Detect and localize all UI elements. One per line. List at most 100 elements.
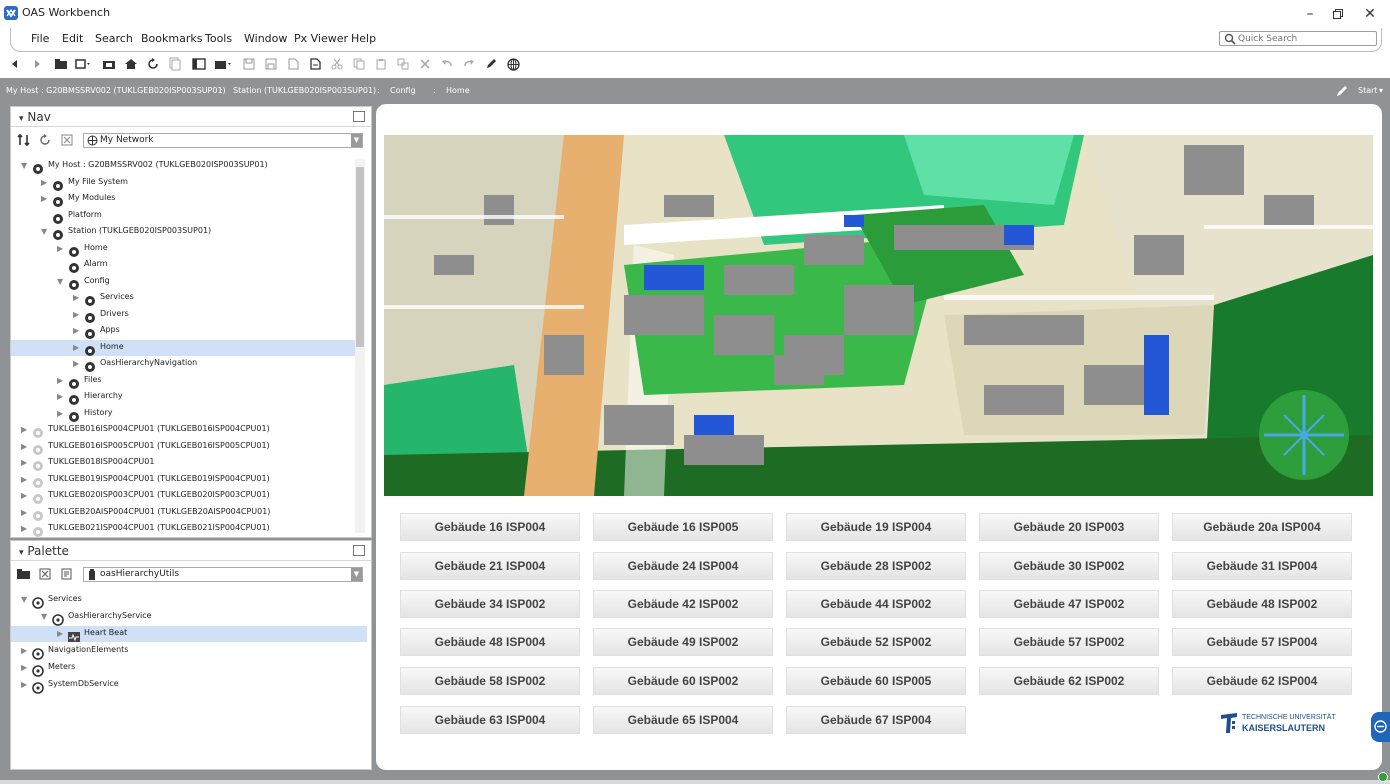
nav-tree-row[interactable]: ▶ TUKLGEB019ISP004CPU01 (TUKLGEB019ISP004… [11,472,355,488]
nav-tree-row[interactable]: ▶ TUKLGEB020ISP003CPU01 (TUKLGEB020ISP003… [11,488,355,504]
undo-icon[interactable] [438,55,456,73]
maximize-icon[interactable] [353,545,365,556]
up-level-icon[interactable] [52,55,70,73]
building-button[interactable]: Gebäude 24 ISP004 [593,552,773,580]
duplicate-icon[interactable] [394,55,412,73]
building-button[interactable]: Gebäude 42 ISP002 [593,590,773,618]
building-button[interactable]: Gebäude 19 ISP004 [786,513,966,541]
nav-scrollbar-thumb[interactable] [356,167,364,347]
nav-tree-row[interactable]: ▼ My Host : G20BMSSRV002 (TUKLGEB020ISP00… [11,158,355,174]
select-arrow-icon[interactable]: ▼ [351,134,362,147]
collapse-icon[interactable]: ▾ [19,114,24,124]
nav-tree-row[interactable]: ▶ My File System [11,175,355,191]
edit-pencil-icon[interactable] [1336,85,1348,97]
paste-icon[interactable] [372,55,390,73]
expand-right-icon[interactable]: ▶ [57,409,65,418]
building-button[interactable]: Gebäude 63 ISP004 [400,706,580,734]
breadcrumb-host[interactable]: My Host : G20BMSSRV002 (TUKLGEB020ISP003… [6,86,226,95]
menu-bookmarks[interactable]: Bookmarks [141,32,202,45]
breadcrumb-home[interactable]: Home [446,86,470,95]
expand-right-icon[interactable]: ▶ [21,475,29,484]
building-button[interactable]: Gebäude 31 ISP004 [1172,552,1352,580]
expand-right-icon[interactable]: ▶ [57,376,65,385]
close-palette-icon[interactable] [39,568,51,580]
building-button[interactable]: Gebäude 65 ISP004 [593,706,773,734]
nav-tree-row[interactable]: ▶ OasHierarchyNavigation [11,356,355,372]
building-button[interactable]: Gebäude 60 ISP002 [593,667,773,695]
open-palette-icon[interactable] [17,569,30,579]
expand-right-icon[interactable]: ▶ [73,359,81,368]
building-button[interactable]: Gebäude 28 ISP002 [786,552,966,580]
pencil-icon[interactable] [482,55,500,73]
open-folder-icon[interactable] [214,55,232,73]
back-icon[interactable] [6,55,24,73]
nav-tree-row[interactable]: ▶ Files [11,373,355,389]
building-button[interactable]: Gebäude 62 ISP002 [979,667,1159,695]
expand-right-icon[interactable]: ▶ [57,629,65,638]
menu-edit[interactable]: Edit [62,32,83,45]
building-button[interactable]: Gebäude 16 ISP004 [400,513,580,541]
building-button[interactable]: Gebäude 30 ISP002 [979,552,1159,580]
expand-right-icon[interactable]: ▶ [21,491,29,500]
expand-right-icon[interactable]: ▶ [21,524,29,533]
export-icon[interactable] [306,55,324,73]
palette-tree-row[interactable]: ▶ Meters [11,660,367,677]
expand-right-icon[interactable]: ▶ [73,310,81,319]
building-button[interactable]: Gebäude 52 ISP002 [786,628,966,656]
home-toolbar-icon[interactable] [122,55,140,73]
globe-icon[interactable] [504,55,522,73]
building-button[interactable]: Gebäude 57 ISP004 [1172,628,1352,656]
building-button[interactable]: Gebäude 48 ISP004 [400,628,580,656]
nav-scrollbar[interactable] [355,159,365,533]
select-arrow-icon[interactable]: ▼ [351,568,362,581]
building-button[interactable]: Gebäude 60 ISP005 [786,667,966,695]
nav-tree-row[interactable]: ▶ TUKLGEB016ISP005CPU01 (TUKLGEB016ISP005… [11,439,355,455]
menu-file[interactable]: File [31,32,49,45]
expand-right-icon[interactable]: ▶ [21,425,29,434]
building-button[interactable]: Gebäude 20 ISP003 [979,513,1159,541]
maximize-icon[interactable] [353,111,365,122]
nav-tree-row[interactable]: ▶ My Modules [11,191,355,207]
refresh-tree-icon[interactable] [39,134,51,146]
nav-tree-row[interactable]: ▶ TUKLGEB018ISP004CPU01 [11,455,355,471]
nav-tree-row[interactable]: ▶ Home [11,339,355,356]
expand-right-icon[interactable]: ▶ [21,680,29,689]
menu-window[interactable]: Window [244,32,287,45]
chevron-down-icon[interactable]: ▾ [1379,86,1383,95]
menu-tools[interactable]: Tools [205,32,232,45]
network-select[interactable]: My Network ▼ [83,133,363,148]
nav-tree-row[interactable]: ▶ TUKLGEB021ISP004CPU01 (TUKLGEB021ISP004… [11,521,355,537]
palette-tree-row[interactable]: ▶ NavigationElements [11,643,367,660]
refresh-icon[interactable] [144,55,162,73]
expand-right-icon[interactable]: ▶ [21,442,29,451]
close-icon[interactable]: ✕ [1358,4,1382,24]
building-button[interactable]: Gebäude 34 ISP002 [400,590,580,618]
close-tree-icon[interactable] [61,134,73,146]
building-button[interactable]: Gebäude 48 ISP002 [1172,590,1352,618]
nav-tree-row[interactable]: ▶ Apps [11,323,355,339]
expand-right-icon[interactable]: ▶ [73,343,81,352]
palette-tree-row[interactable]: ▶ SystemDbService [11,677,367,694]
quick-search[interactable] [1219,31,1377,46]
restore-icon[interactable] [1326,4,1350,24]
cut-icon[interactable] [328,55,346,73]
nav-tree-row[interactable]: ▶ Hierarchy [11,389,355,405]
folder-icon[interactable] [100,55,118,73]
expand-right-icon[interactable]: ▶ [21,663,29,672]
nav-tree-row[interactable]: ▶ History [11,406,355,422]
expand-right-icon[interactable]: ▶ [73,293,81,302]
view-mode-icon[interactable] [74,55,92,73]
expand-down-icon[interactable]: ▼ [41,227,49,236]
nav-tree-row[interactable]: Platform [11,208,355,224]
breadcrumb-station[interactable]: Station (TUKLGEB020ISP003SUP01) [233,86,376,95]
menu-help[interactable]: Help [351,32,376,45]
palette-module-select[interactable]: oasHierarchyUtils ▼ [83,567,363,582]
building-button[interactable]: Gebäude 58 ISP002 [400,667,580,695]
quick-search-input[interactable] [1238,32,1372,45]
nav-tree-row[interactable]: ▼ Config [11,274,355,290]
expand-down-icon[interactable]: ▼ [21,595,29,604]
building-button[interactable]: Gebäude 62 ISP004 [1172,667,1352,695]
nav-tree-row[interactable]: Alarm [11,257,355,273]
expand-down-icon[interactable]: ▼ [57,277,65,286]
expand-down-icon[interactable]: ▼ [41,612,49,621]
